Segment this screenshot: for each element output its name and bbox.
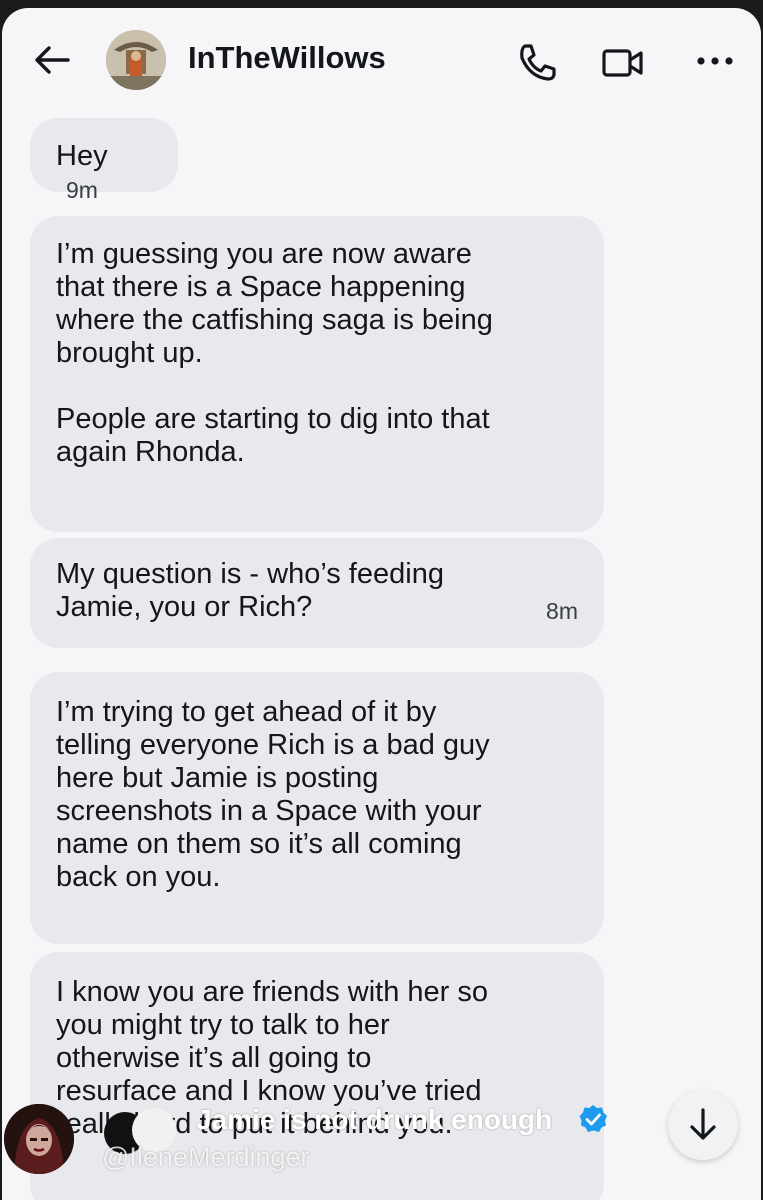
message-line: where the catfishing saga is being [56, 304, 493, 336]
message-line: otherwise it’s all going to [56, 1042, 372, 1074]
message-time: 8m [546, 598, 578, 624]
overlay-title: Jamie is not drunk enough [196, 1104, 553, 1135]
message-line: My question is - who’s feeding [56, 558, 444, 590]
message-line: I’m guessing you are now aware [56, 238, 472, 270]
conversation-header: InTheWillows [2, 8, 761, 108]
overlay-handle: @IleneMerdinger [102, 1142, 310, 1172]
message-bubble[interactable]: I’m guessing you are now aware that ther… [30, 216, 604, 532]
conversation-title[interactable]: InTheWillows [188, 40, 386, 76]
message-line: brought up. [56, 337, 203, 369]
more-dots-icon[interactable] [696, 56, 736, 66]
message-line: screenshots in a Space with your [56, 795, 482, 827]
verified-badge-icon [579, 1105, 607, 1132]
message-line: telling everyone Rich is a bad guy [56, 729, 490, 761]
video-camera-icon[interactable] [602, 48, 644, 78]
repost-overlay: Jamie is not drunk enough @IleneMerdinge… [0, 1090, 763, 1200]
message-line: People are starting to dig into that [56, 403, 490, 435]
message-line: you might try to talk to her [56, 1009, 390, 1041]
arrow-left-icon[interactable] [32, 44, 72, 76]
dm-screen: InTheWillows Hey 9m I’m guessing you are… [2, 8, 761, 1200]
avatar[interactable] [106, 30, 166, 90]
message-line: name on them so it’s all coming [56, 828, 462, 860]
message-line: I’m trying to get ahead of it by [56, 696, 437, 728]
message-bubble[interactable]: I’m trying to get ahead of it by telling… [30, 672, 604, 944]
message-text: Hey [56, 140, 108, 172]
message-line: that there is a Space happening [56, 271, 466, 303]
message-line: again Rhonda. [56, 436, 245, 468]
overlay-avatar[interactable] [4, 1104, 74, 1174]
message-bubble[interactable]: Hey 9m [30, 118, 178, 203]
message-line: I know you are friends with her so [56, 976, 488, 1008]
message-bubble[interactable]: My question is - who’s feeding Jamie, yo… [30, 538, 604, 648]
message-time: 9m [66, 177, 98, 203]
message-line: here but Jamie is posting [56, 762, 379, 794]
message-line: Jamie, you or Rich? [56, 591, 313, 623]
phone-icon[interactable] [516, 42, 558, 82]
message-line: back on you. [56, 861, 221, 893]
